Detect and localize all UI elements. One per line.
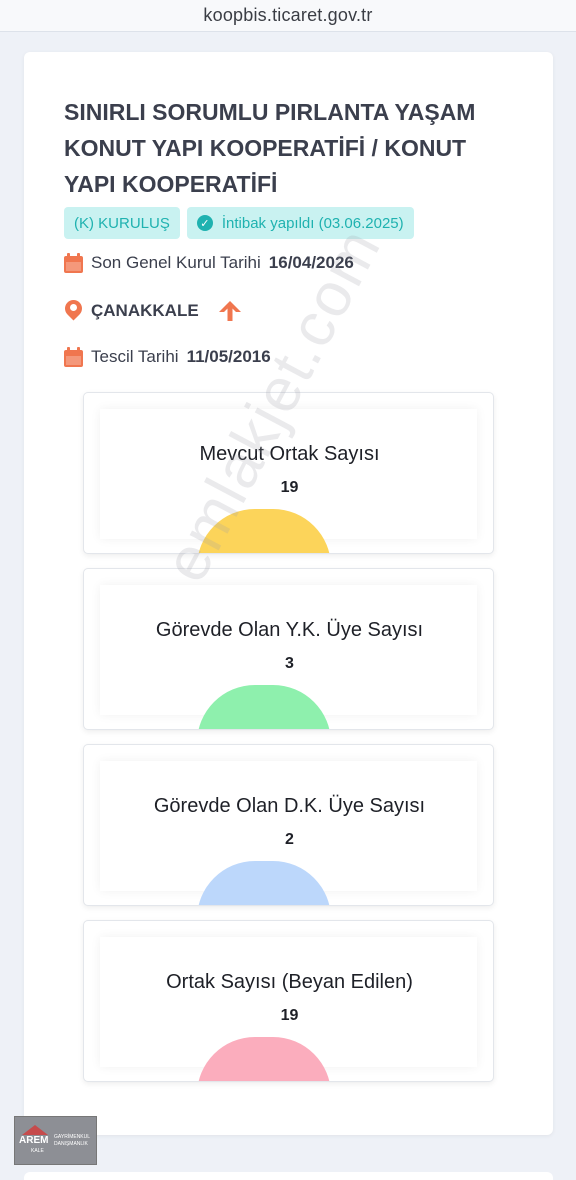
logo-sub: KALE — [31, 1147, 44, 1154]
stat-label: Görevde Olan Y.K. Üye Sayısı — [155, 619, 424, 641]
city-row: ÇANAKKALE — [61, 296, 243, 323]
calendar-icon — [64, 253, 83, 273]
logo-name: AREM — [19, 1134, 49, 1146]
stat-value: 19 — [280, 1007, 299, 1024]
calendar-icon — [64, 347, 83, 367]
arrow-up-icon[interactable] — [217, 299, 243, 323]
stat-card-declared-members: Ortak Sayısı (Beyan Edilen) 19 — [83, 920, 494, 1082]
stat-value: 3 — [285, 655, 294, 672]
adaptation-badge: ✓ İntibak yapıldı (03.06.2025) — [186, 207, 414, 239]
stat-label: Ortak Sayısı (Beyan Edilen) — [166, 971, 413, 993]
cooperative-card: SINIRLI SORUMLU PIRLANTA YAŞAM KONUT YAP… — [24, 52, 553, 1135]
logo-tagline-2: DANIŞMANLIK — [54, 1140, 88, 1147]
adaptation-badge-label: İntibak yapıldı (03.06.2025) — [221, 214, 404, 232]
general-assembly-label: Son Genel Kurul Tarihi — [91, 253, 261, 272]
stat-value: 19 — [280, 479, 299, 496]
next-card-edge — [24, 1172, 553, 1180]
stat-card-audit-members: Görevde Olan D.K. Üye Sayısı 2 — [83, 744, 494, 906]
logo-tagline: GAYRİMENKUL DANIŞMANLIK — [54, 1134, 90, 1148]
stat-card-board-members: Görevde Olan Y.K. Üye Sayısı 3 — [83, 568, 494, 730]
city-name: ÇANAKKALE — [91, 301, 199, 320]
company-logo: AREM KALE GAYRİMENKUL DANIŞMANLIK — [14, 1116, 97, 1165]
logo-tagline-1: GAYRİMENKUL — [54, 1133, 91, 1140]
registration-date: 11/05/2016 — [186, 347, 271, 366]
general-assembly-row: Son Genel Kurul Tarihi 16/04/2026 — [64, 253, 354, 273]
status-badge: (K) KURULUŞ — [64, 207, 180, 239]
check-circle-icon: ✓ — [196, 215, 213, 231]
general-assembly-date: 16/04/2026 — [268, 253, 354, 272]
cooperative-title: SINIRLI SORUMLU PIRLANTA YAŞAM KONUT YAP… — [64, 99, 476, 197]
registration-row: Tescil Tarihi 11/05/2016 — [64, 347, 271, 367]
browser-address-bar[interactable]: koopbis.ticaret.gov.tr — [0, 0, 576, 32]
registration-label: Tescil Tarihi — [91, 347, 179, 366]
status-badge-label: (K) KURULUŞ — [74, 214, 170, 232]
url-text: koopbis.ticaret.gov.tr — [203, 5, 373, 25]
stat-value: 2 — [285, 831, 294, 848]
location-pin-icon — [61, 296, 86, 323]
stat-label: Mevcut Ortak Sayısı — [199, 443, 380, 465]
badge-row: (K) KURULUŞ ✓ İntibak yapıldı (03.06.202… — [64, 207, 414, 239]
stat-label: Görevde Olan D.K. Üye Sayısı — [153, 795, 426, 817]
house-logo-icon: AREM KALE — [19, 1121, 51, 1161]
stat-card-current-members: Mevcut Ortak Sayısı 19 — [83, 392, 494, 554]
